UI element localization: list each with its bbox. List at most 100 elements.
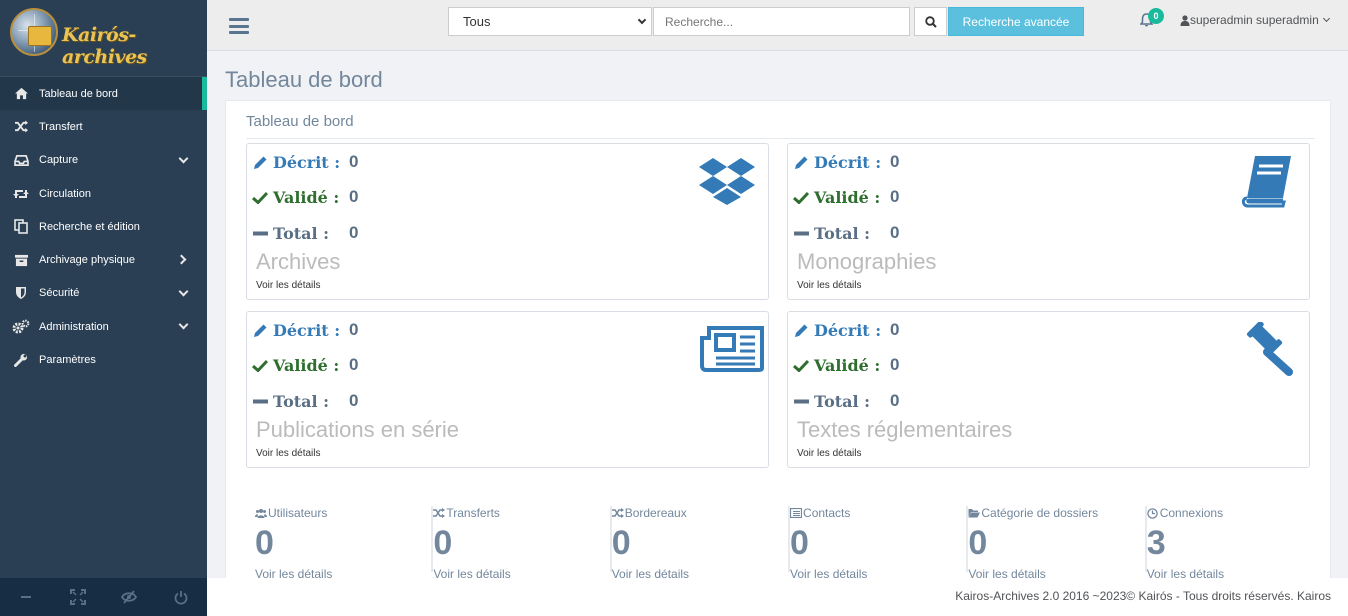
stat-label: Contacts	[803, 506, 851, 520]
user-menu[interactable]: superadmin superadmin	[1180, 13, 1330, 27]
total-label: Total :	[273, 391, 330, 411]
shuffle-icon	[433, 508, 446, 518]
user-icon	[1180, 14, 1190, 26]
newspaper-icon	[700, 326, 764, 372]
sidebar-item-tableau-de-bord[interactable]: Tableau de bord	[0, 77, 207, 111]
stat-transferts: Transferts 0 Voir les détails	[433, 506, 612, 581]
stat-bordereaux: Bordereaux 0 Voir les détails	[611, 506, 791, 581]
stat-label: Bordereaux	[624, 506, 687, 520]
sidebar-item-label: Tableau de bord	[39, 87, 118, 100]
sidebar-item-label: Circulation	[39, 187, 91, 200]
chevron-down-icon	[1322, 14, 1330, 23]
total-value: 0	[349, 391, 359, 410]
stat-value: 0	[611, 524, 631, 562]
settings-icon[interactable]	[16, 587, 36, 607]
search-input[interactable]	[653, 7, 910, 36]
archive-box-icon	[12, 253, 30, 267]
logo-text: Kairós-archives	[62, 24, 147, 68]
user-name: superadmin superadmin	[1190, 13, 1319, 27]
tile-archives: Décrit : 0 Validé : 0 Total : 0 Archives…	[246, 143, 769, 300]
sidebar-item-capture[interactable]: Capture	[0, 144, 207, 177]
list-alt-icon	[790, 508, 803, 518]
chevron-down-icon	[637, 15, 647, 25]
book-icon	[1241, 156, 1291, 208]
footer-copyright: Kairos-Archives 2.0 2016 ~2023© Kairós -…	[955, 589, 1331, 603]
stat-value: 0	[255, 524, 274, 562]
sidebar-item-parametres[interactable]: Paramètres	[0, 343, 207, 376]
retweet-icon	[12, 187, 30, 201]
sidebar-item-administration[interactable]: Administration	[0, 310, 207, 343]
search-scope-select[interactable]: Tous	[448, 7, 652, 36]
decrit-label: Décrit :	[273, 320, 341, 340]
total-value: 0	[890, 223, 900, 242]
stats-row: Utilisateurs 0 Voir les détails Transfer…	[255, 497, 1325, 581]
valide-label: Validé :	[273, 187, 340, 207]
decrit-value: 0	[349, 320, 359, 339]
decrit-value: 0	[349, 152, 359, 171]
tile-name: Monographies	[797, 249, 937, 274]
total-label: Total :	[273, 223, 330, 243]
app-logo[interactable]: Kairós-archives	[0, 0, 207, 77]
stat-label: Utilisateurs	[268, 506, 328, 520]
folder-open-icon	[968, 508, 981, 518]
valide-row: Validé : 0	[793, 355, 899, 375]
pencil-icon	[252, 154, 268, 170]
stat-label: Catégorie de dossiers	[981, 506, 1099, 520]
power-icon[interactable]	[171, 587, 191, 607]
stat-connexions: Connexions 3 Voir les détails	[1147, 506, 1325, 581]
advanced-search-button[interactable]: Recherche avancée	[948, 7, 1084, 36]
decrit-row: Décrit : 0	[252, 152, 358, 172]
details-link[interactable]: Voir les détails	[256, 280, 320, 291]
check-icon	[252, 189, 268, 205]
sidebar-item-label: Paramètres	[39, 354, 96, 367]
details-link[interactable]: Voir les détails	[256, 448, 320, 459]
chevron-down-icon	[178, 319, 189, 330]
details-link[interactable]: Voir les détails	[797, 280, 861, 291]
valide-row: Validé : 0	[793, 187, 899, 207]
copy-icon	[12, 219, 30, 235]
tile-name: Textes réglementaires	[797, 417, 1013, 442]
eye-slash-icon[interactable]	[119, 587, 139, 607]
chevron-down-icon	[178, 286, 189, 297]
divider	[246, 138, 1315, 139]
valide-row: Validé : 0	[252, 187, 358, 207]
tile-monographies: Décrit : 0 Validé : 0 Total : 0 Monograp…	[787, 143, 1310, 300]
valide-label: Validé :	[273, 355, 340, 375]
wrench-icon	[12, 353, 30, 368]
chevron-right-icon	[176, 255, 187, 265]
stat-header: Utilisateurs	[255, 506, 327, 520]
clock-icon	[1147, 507, 1159, 519]
dropbox-icon	[699, 158, 755, 205]
fullscreen-icon[interactable]	[68, 587, 88, 607]
stat-header: Contacts	[790, 506, 850, 520]
sidebar-item-archivage-physique[interactable]: Archivage physique	[0, 243, 207, 276]
sidebar: Kairós-archives Tableau de bord Transfer…	[0, 0, 207, 616]
menu-toggle-icon[interactable]	[229, 18, 249, 34]
pencil-icon	[252, 322, 268, 338]
sidebar-item-label: Archivage physique	[39, 254, 136, 267]
sidebar-item-transfert[interactable]: Transfert	[0, 110, 207, 143]
total-row: Total : 0	[793, 391, 899, 411]
search-button[interactable]	[914, 7, 947, 36]
total-label: Total :	[814, 223, 871, 243]
stat-value: 0	[790, 524, 809, 562]
sidebar-item-label: Capture	[39, 154, 79, 167]
sidebar-item-label: Transfert	[39, 120, 83, 133]
shuffle-icon	[611, 508, 624, 518]
sidebar-item-securite[interactable]: Sécurité	[0, 277, 207, 310]
total-row: Total : 0	[793, 223, 899, 243]
top-nav-bar: Tous Recherche avancée 0 superadmin supe…	[207, 0, 1348, 51]
valide-row: Validé : 0	[252, 355, 358, 375]
minus-icon	[252, 393, 268, 409]
stat-value: 0	[968, 524, 988, 562]
decrit-value: 0	[890, 152, 900, 171]
search-scope-value: Tous	[463, 14, 491, 29]
minus-icon	[252, 225, 268, 241]
stat-label: Connexions	[1159, 506, 1224, 520]
home-icon	[12, 87, 30, 101]
pencil-icon	[793, 322, 809, 338]
users-icon	[255, 508, 267, 518]
sidebar-item-circulation[interactable]: Circulation	[0, 177, 207, 210]
sidebar-item-recherche-et-edition[interactable]: Recherche et édition	[0, 210, 207, 243]
details-link[interactable]: Voir les détails	[797, 448, 861, 459]
